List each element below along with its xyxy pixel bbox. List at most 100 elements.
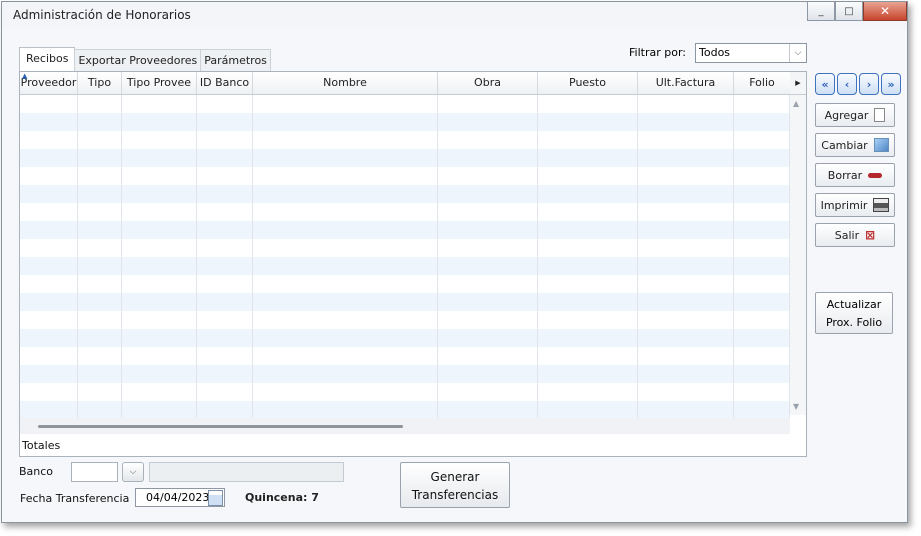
horizontal-scrollbar[interactable] bbox=[20, 418, 790, 434]
table-cell[interactable] bbox=[734, 293, 790, 311]
table-cell[interactable] bbox=[20, 293, 78, 311]
table-cell[interactable] bbox=[78, 257, 122, 275]
table-cell[interactable] bbox=[734, 311, 790, 329]
table-cell[interactable] bbox=[438, 347, 538, 365]
table-cell[interactable] bbox=[638, 131, 734, 149]
tab-exportar-proveedores[interactable]: Exportar Proveedores bbox=[74, 49, 202, 71]
table-cell[interactable] bbox=[197, 347, 253, 365]
table-cell[interactable] bbox=[20, 401, 78, 419]
table-cell[interactable] bbox=[122, 401, 197, 419]
table-cell[interactable] bbox=[197, 383, 253, 401]
table-cell[interactable] bbox=[78, 401, 122, 419]
table-row[interactable] bbox=[20, 401, 790, 419]
table-row[interactable] bbox=[20, 239, 790, 257]
table-cell[interactable] bbox=[20, 347, 78, 365]
maximize-button[interactable]: □ bbox=[835, 2, 863, 21]
table-cell[interactable] bbox=[197, 167, 253, 185]
table-cell[interactable] bbox=[122, 239, 197, 257]
generar-transferencias-button[interactable]: Generar Transferencias bbox=[400, 462, 510, 508]
table-cell[interactable] bbox=[438, 185, 538, 203]
table-cell[interactable] bbox=[122, 275, 197, 293]
table-cell[interactable] bbox=[438, 113, 538, 131]
table-cell[interactable] bbox=[253, 293, 438, 311]
col-obra[interactable]: Obra bbox=[438, 72, 538, 94]
table-cell[interactable] bbox=[538, 365, 638, 383]
table-cell[interactable] bbox=[538, 347, 638, 365]
table-cell[interactable] bbox=[734, 113, 790, 131]
table-cell[interactable] bbox=[122, 167, 197, 185]
table-cell[interactable] bbox=[122, 131, 197, 149]
table-row[interactable] bbox=[20, 365, 790, 383]
table-cell[interactable] bbox=[734, 221, 790, 239]
col-tipo[interactable]: Tipo bbox=[78, 72, 122, 94]
table-cell[interactable] bbox=[253, 95, 438, 113]
table-row[interactable] bbox=[20, 95, 790, 113]
table-cell[interactable] bbox=[78, 293, 122, 311]
table-row[interactable] bbox=[20, 347, 790, 365]
table-cell[interactable] bbox=[253, 239, 438, 257]
table-cell[interactable] bbox=[638, 329, 734, 347]
table-cell[interactable] bbox=[638, 311, 734, 329]
table-cell[interactable] bbox=[20, 311, 78, 329]
table-cell[interactable] bbox=[638, 239, 734, 257]
table-cell[interactable] bbox=[638, 257, 734, 275]
table-row[interactable] bbox=[20, 221, 790, 239]
table-cell[interactable] bbox=[197, 275, 253, 293]
table-cell[interactable] bbox=[253, 203, 438, 221]
table-cell[interactable] bbox=[122, 383, 197, 401]
table-cell[interactable] bbox=[638, 365, 734, 383]
col-id-banco[interactable]: ID Banco bbox=[197, 72, 253, 94]
table-cell[interactable] bbox=[78, 365, 122, 383]
table-cell[interactable] bbox=[78, 203, 122, 221]
col-nombre[interactable]: Nombre bbox=[253, 72, 438, 94]
table-cell[interactable] bbox=[734, 167, 790, 185]
table-cell[interactable] bbox=[253, 113, 438, 131]
table-cell[interactable] bbox=[20, 113, 78, 131]
table-cell[interactable] bbox=[20, 383, 78, 401]
table-cell[interactable] bbox=[253, 401, 438, 419]
table-cell[interactable] bbox=[78, 329, 122, 347]
table-cell[interactable] bbox=[734, 365, 790, 383]
table-cell[interactable] bbox=[20, 221, 78, 239]
table-row[interactable] bbox=[20, 113, 790, 131]
last-record-icon[interactable]: » bbox=[881, 73, 901, 95]
banco-input[interactable] bbox=[71, 462, 118, 482]
table-cell[interactable] bbox=[122, 329, 197, 347]
next-record-icon[interactable]: › bbox=[859, 73, 879, 95]
chevron-down-icon[interactable]: ⌵ bbox=[789, 44, 806, 62]
scroll-down-arrow-icon[interactable]: ▼ bbox=[793, 402, 799, 411]
salir-button[interactable]: Salir ⊠ bbox=[815, 223, 895, 247]
table-cell[interactable] bbox=[20, 167, 78, 185]
table-cell[interactable] bbox=[20, 365, 78, 383]
table-row[interactable] bbox=[20, 275, 790, 293]
table-cell[interactable] bbox=[122, 293, 197, 311]
table-cell[interactable] bbox=[438, 293, 538, 311]
table-cell[interactable] bbox=[20, 257, 78, 275]
table-cell[interactable] bbox=[122, 311, 197, 329]
table-cell[interactable] bbox=[538, 185, 638, 203]
table-cell[interactable] bbox=[734, 383, 790, 401]
table-cell[interactable] bbox=[122, 203, 197, 221]
cambiar-button[interactable]: Cambiar bbox=[815, 133, 895, 157]
table-cell[interactable] bbox=[253, 257, 438, 275]
table-row[interactable] bbox=[20, 149, 790, 167]
col-proveedor[interactable]: ▲ Proveedor bbox=[20, 72, 78, 94]
table-cell[interactable] bbox=[438, 257, 538, 275]
table-cell[interactable] bbox=[638, 113, 734, 131]
table-cell[interactable] bbox=[122, 185, 197, 203]
table-cell[interactable] bbox=[197, 131, 253, 149]
table-row[interactable] bbox=[20, 203, 790, 221]
table-cell[interactable] bbox=[438, 383, 538, 401]
table-cell[interactable] bbox=[734, 257, 790, 275]
table-cell[interactable] bbox=[638, 401, 734, 419]
table-cell[interactable] bbox=[197, 113, 253, 131]
table-cell[interactable] bbox=[253, 311, 438, 329]
previous-record-icon[interactable]: ‹ bbox=[837, 73, 857, 95]
table-cell[interactable] bbox=[197, 95, 253, 113]
table-cell[interactable] bbox=[638, 149, 734, 167]
scroll-right-arrow-icon[interactable]: ▶ bbox=[790, 72, 806, 94]
close-button[interactable]: ✕ bbox=[863, 2, 907, 21]
table-row[interactable] bbox=[20, 131, 790, 149]
banco-dropdown-button[interactable]: ⌵ bbox=[122, 462, 144, 482]
table-cell[interactable] bbox=[638, 293, 734, 311]
